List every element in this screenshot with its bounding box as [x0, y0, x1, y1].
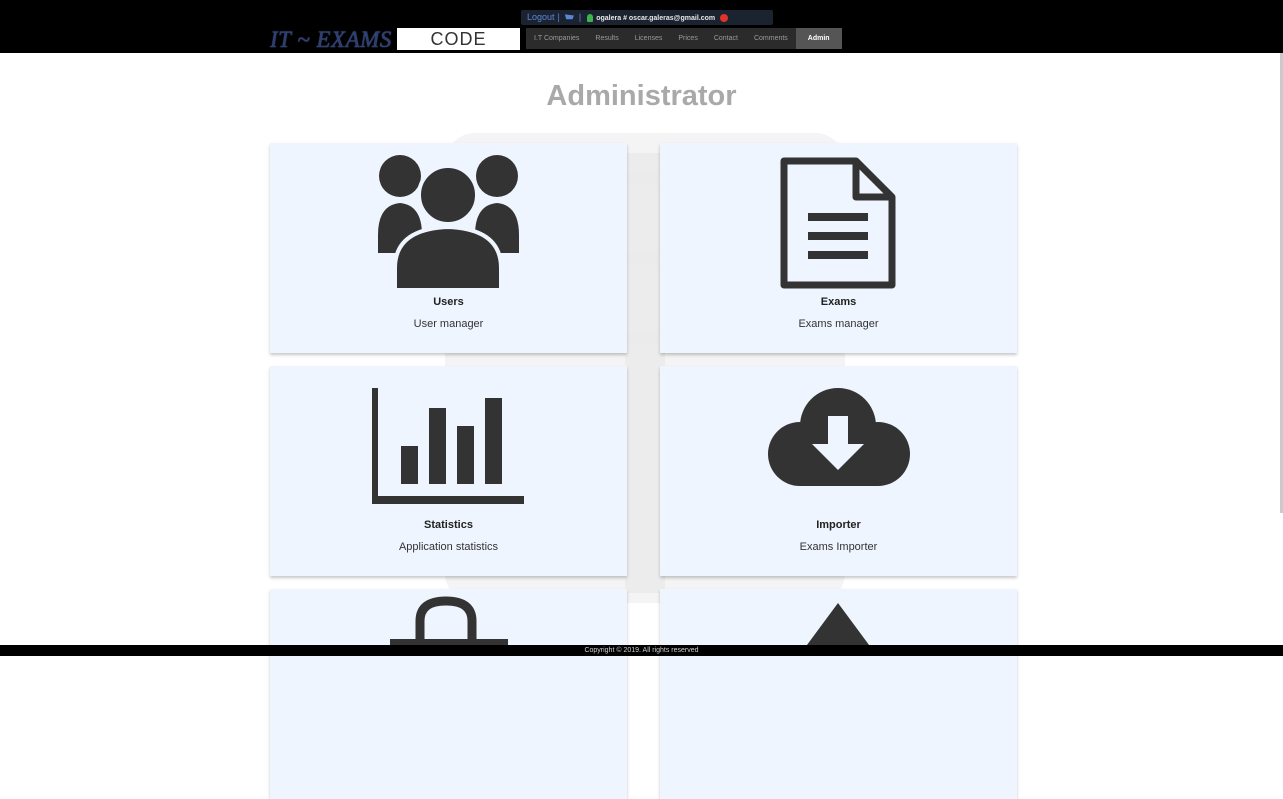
card-subtitle: Application statistics	[398, 541, 499, 553]
page-title: Administrator	[546, 80, 737, 112]
footer: Copyright © 2019. All rights reserved	[0, 645, 1283, 656]
card-title: Statistics	[424, 519, 473, 531]
logout-link[interactable]: Logout	[527, 12, 555, 22]
code-button[interactable]: CODE	[397, 28, 520, 50]
card-users[interactable]: Users User manager	[270, 143, 627, 353]
separator: |	[557, 12, 560, 22]
card-5[interactable]	[270, 589, 627, 799]
nav-prices[interactable]: Prices	[670, 28, 705, 49]
document-icon	[780, 157, 896, 289]
username[interactable]: ogalera # oscar.galeras@gmail.com	[596, 15, 715, 22]
card-title: Users	[433, 296, 464, 308]
card-subtitle: User manager	[413, 318, 484, 330]
card-importer[interactable]: Importer Exams Importer	[660, 366, 1017, 576]
nav-comments[interactable]: Comments	[746, 28, 796, 49]
cart-icon[interactable]	[564, 14, 574, 20]
warning-icon	[804, 603, 872, 649]
user-strip: Logout | | ogalera # oscar.galeras@gmail.co…	[521, 10, 773, 25]
card-exams[interactable]: Exams Exams manager	[660, 143, 1017, 353]
card-subtitle: Exams Importer	[799, 541, 878, 553]
nav-admin[interactable]: Admin	[795, 28, 842, 49]
flag-icon[interactable]	[720, 13, 729, 22]
user-icon	[587, 13, 594, 22]
nav-it-companies[interactable]: I.T Companies	[526, 28, 587, 49]
cloud-download-icon	[768, 388, 910, 486]
separator: |	[578, 12, 582, 22]
lock-icon	[390, 596, 508, 649]
users-icon	[378, 155, 519, 292]
card-subtitle: Exams manager	[798, 318, 879, 330]
top-bar: Logout | | ogalera # oscar.galeras@gmail.co…	[0, 0, 1283, 53]
nav-results[interactable]: Results	[587, 28, 626, 49]
card-title: Exams	[820, 296, 857, 308]
card-statistics[interactable]: Statistics Application statistics	[270, 366, 627, 576]
nav-contact[interactable]: Contact	[706, 28, 746, 49]
bar-chart-icon	[372, 388, 524, 504]
card-title: Importer	[816, 519, 861, 531]
nav-licenses[interactable]: Licenses	[627, 28, 671, 49]
card-6[interactable]	[660, 589, 1017, 799]
logo[interactable]: IT ~ EXAMS	[270, 27, 392, 53]
main-nav: I.T Companies Results Licenses Prices Co…	[526, 28, 842, 49]
